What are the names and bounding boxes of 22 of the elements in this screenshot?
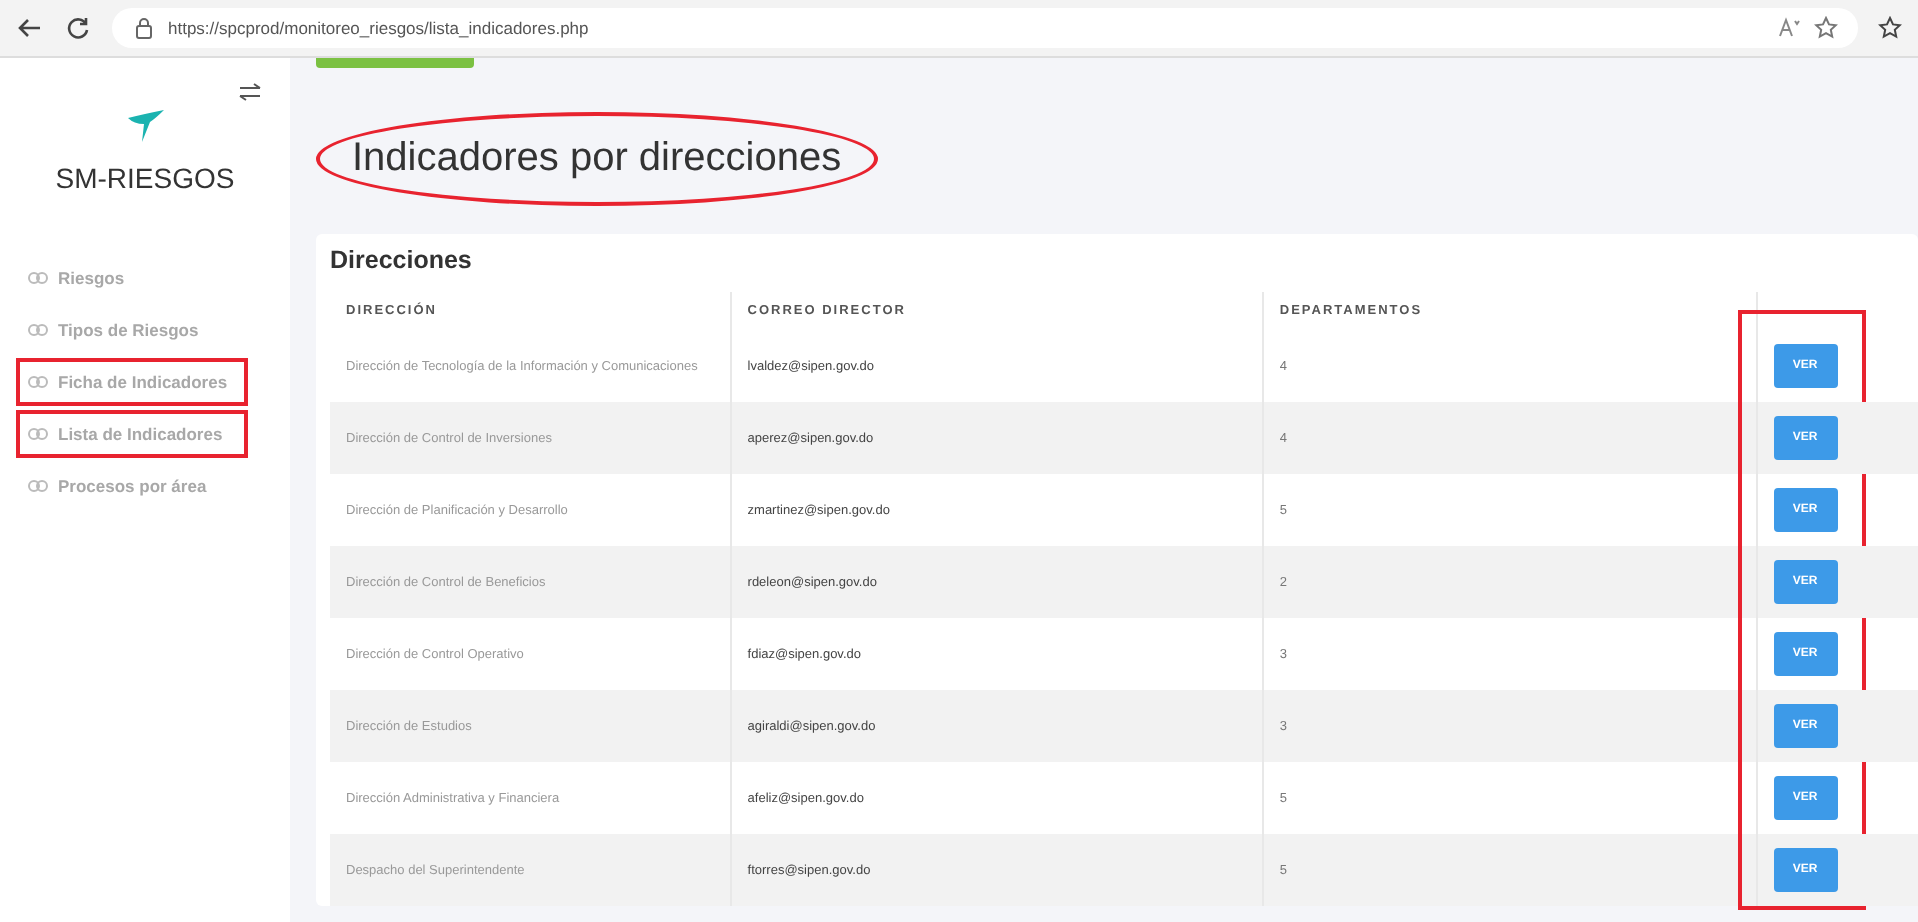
sidebar-item[interactable]: Riesgos <box>16 254 137 302</box>
reload-icon[interactable] <box>64 14 92 42</box>
link-icon <box>28 376 48 388</box>
bird-logo-icon <box>123 106 167 146</box>
sidebar-item[interactable]: Tipos de Riesgos <box>16 306 211 354</box>
favorites-icon[interactable] <box>1878 16 1902 40</box>
link-icon <box>28 428 48 440</box>
link-icon <box>28 272 48 284</box>
card-title: Direcciones <box>330 246 474 274</box>
sidebar-item[interactable]: Procesos por área <box>16 462 219 510</box>
toggle-sidebar-icon[interactable] <box>238 82 262 102</box>
sidebar-item[interactable]: Lista de Indicadores <box>16 410 248 458</box>
page-title: Indicadores por direcciones <box>352 136 842 182</box>
link-icon <box>28 480 48 492</box>
sidebar-item[interactable]: Ficha de Indicadores <box>16 358 248 406</box>
lock-icon <box>132 16 156 40</box>
address-bar[interactable]: https://spcprod/monitoreo_riesgos/lista_indicadores.php <box>112 8 1858 48</box>
brand-name: SM-RIESGOS <box>55 162 235 194</box>
link-icon <box>28 324 48 336</box>
read-aloud-icon[interactable] <box>1778 16 1802 40</box>
back-icon[interactable] <box>16 14 44 42</box>
favorite-star-icon[interactable] <box>1814 16 1838 40</box>
